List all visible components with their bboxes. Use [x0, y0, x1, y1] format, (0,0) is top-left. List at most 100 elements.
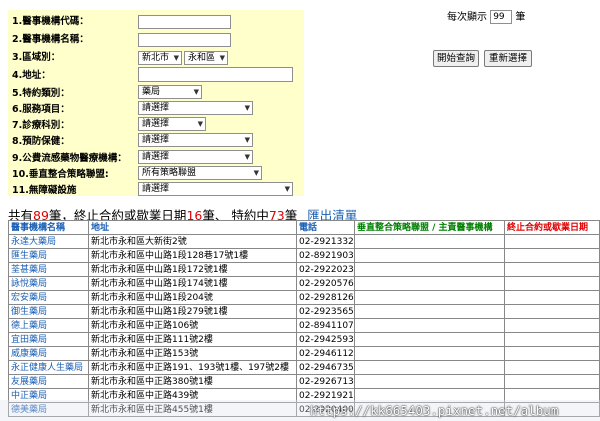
address-cell: 新北市永和區中正路380號1樓 — [88, 374, 297, 389]
label-category: 5.特約類別： — [12, 88, 70, 99]
chevron-down-icon: ▼ — [244, 153, 250, 161]
label-address: 4.地址： — [12, 70, 51, 81]
phone-cell: 02-29205760 — [296, 276, 355, 291]
service-select[interactable]: 請選擇 ▼ — [138, 101, 253, 115]
preventive-select-value: 請選擇 — [142, 135, 170, 145]
phone-cell: 02-29213326 — [296, 234, 355, 249]
phone-cell: 02-29281261 — [296, 290, 355, 305]
header-termination-date: 終止合約或歇業日期 — [504, 220, 600, 235]
table-row: 宜田藥局 新北市永和區中正路111號2樓 02-29425935 — [8, 332, 600, 347]
pharmacy-name-link[interactable]: 永正健康人生藥局 — [8, 360, 89, 375]
reset-button[interactable]: 重新選擇 — [484, 50, 532, 67]
address-cell: 新北市永和區中山路1段172號1樓 — [88, 262, 297, 277]
chevron-down-icon: ▼ — [173, 54, 179, 62]
alliance-cell — [354, 374, 505, 389]
search-form-panel: 1.醫事機構代碼： 2.醫事機構名稱： 3.區域別： 4.地址： 5.特約類別：… — [8, 10, 304, 196]
termination-date-cell — [504, 332, 600, 347]
city-select[interactable]: 新北市 ▼ — [138, 51, 182, 65]
phone-cell: 02-89411077 — [296, 318, 355, 333]
table-header-row: 醫事機構名稱 地址 電話 垂直整合策略聯盟 / 主責醫事機構 終止合約或歇業日期 — [8, 220, 600, 235]
watermark: https://kk665403.pixnet.net/album — [310, 403, 559, 418]
phone-cell: 02-89219038 — [296, 248, 355, 263]
chevron-down-icon: ▼ — [253, 169, 259, 177]
alliance-cell — [354, 262, 505, 277]
termination-date-cell — [504, 374, 600, 389]
chevron-down-icon: ▼ — [193, 88, 199, 96]
district-select[interactable]: 永和區 ▼ — [184, 51, 228, 65]
header-alliance: 垂直整合策略聯盟 / 主責醫事機構 — [354, 220, 505, 235]
pharmacy-name-link[interactable]: 荃甚藥局 — [8, 262, 89, 277]
service-select-value: 請選擇 — [142, 103, 170, 113]
flu-medication-select-value: 請選擇 — [142, 152, 170, 162]
termination-date-cell — [504, 262, 600, 277]
search-button[interactable]: 開始查詢 — [433, 50, 479, 67]
category-select[interactable]: 藥局 ▼ — [138, 85, 202, 99]
table-row: 友展藥局 新北市永和區中正路380號1樓 02-29267131 — [8, 374, 600, 389]
table-row: 荃甚藥局 新北市永和區中山路1段172號1樓 02-29220237 — [8, 262, 600, 277]
label-preventive: 8.預防保健： — [12, 136, 70, 147]
accessibility-select[interactable]: 請選擇 ▼ — [138, 182, 293, 196]
header-phone: 電話 — [296, 220, 355, 235]
alliance-cell — [354, 360, 505, 375]
header-name: 醫事機構名稱 — [8, 220, 89, 235]
city-select-value: 新北市 — [142, 53, 170, 63]
pharmacy-name-link[interactable]: 威康藥局 — [8, 346, 89, 361]
per-page-input[interactable]: 99 — [490, 10, 513, 24]
preventive-select[interactable]: 請選擇 ▼ — [138, 133, 253, 147]
per-page-suffix: 筆 — [515, 12, 526, 23]
table-row: 匯生藥局 新北市永和區中山路1段128巷17號1樓 02-89219038 — [8, 248, 600, 263]
specialty-select[interactable]: 請選擇 ▼ — [138, 117, 206, 131]
phone-cell: 02-29425935 — [296, 332, 355, 347]
pharmacy-name-link[interactable]: 匯生藥局 — [8, 248, 89, 263]
termination-date-cell — [504, 276, 600, 291]
termination-date-cell — [504, 318, 600, 333]
phone-cell: 02-29220237 — [296, 262, 355, 277]
address-cell: 新北市永和區中山路1段204號 — [88, 290, 297, 305]
label-region: 3.區域別： — [12, 52, 61, 63]
address-cell: 新北市永和區中正路111號2樓 — [88, 332, 297, 347]
alliance-cell — [354, 318, 505, 333]
address-cell: 新北市永和區中山路1段279號1樓 — [88, 304, 297, 319]
termination-date-cell — [504, 304, 600, 319]
flu-medication-select[interactable]: 請選擇 ▼ — [138, 150, 253, 164]
phone-cell: 02-29267131 — [296, 374, 355, 389]
label-institution-code: 1.醫事機構代碼： — [12, 16, 89, 27]
chevron-down-icon: ▼ — [197, 120, 203, 128]
termination-date-cell — [504, 346, 600, 361]
table-row: 宏安藥局 新北市永和區中山路1段204號 02-29281261 — [8, 290, 600, 305]
district-select-value: 永和區 — [188, 53, 216, 63]
pharmacy-name-link[interactable]: 德上藥局 — [8, 318, 89, 333]
label-accessibility: 11.無障礙設施 — [12, 185, 77, 196]
termination-date-cell — [504, 360, 600, 375]
label-service: 6.服務項目： — [12, 104, 70, 115]
address-cell: 新北市永和區中正路153號 — [88, 346, 297, 361]
alliance-cell — [354, 248, 505, 263]
table-row: 詠悅藥局 新北市永和區中山路1段174號1樓 02-29205760 — [8, 276, 600, 291]
table-row: 御生藥局 新北市永和區中山路1段279號1樓 02-29235658 — [8, 304, 600, 319]
pharmacy-name-link[interactable]: 御生藥局 — [8, 304, 89, 319]
alliance-select[interactable]: 所有策略聯盟 ▼ — [138, 166, 262, 180]
per-page-control: 每次顯示 99 筆 — [447, 10, 525, 25]
pharmacy-name-link[interactable]: 宏安藥局 — [8, 290, 89, 305]
chevron-down-icon: ▼ — [244, 104, 250, 112]
address-cell: 新北市永和區大新街2號 — [88, 234, 297, 249]
results-table: 醫事機構名稱 地址 電話 垂直整合策略聯盟 / 主責醫事機構 終止合約或歇業日期… — [8, 220, 600, 417]
address-input[interactable] — [138, 67, 293, 82]
termination-date-cell — [504, 290, 600, 305]
chevron-down-icon: ▼ — [284, 185, 290, 193]
pharmacy-name-link[interactable]: 永達大藥局 — [8, 234, 89, 249]
specialty-select-value: 請選擇 — [142, 119, 170, 129]
pharmacy-name-link[interactable]: 宜田藥局 — [8, 332, 89, 347]
address-cell: 新北市永和區中正路106號 — [88, 318, 297, 333]
institution-code-input[interactable] — [138, 15, 231, 29]
label-alliance: 10.垂直整合策略聯盟: — [12, 169, 109, 180]
pharmacy-name-link[interactable]: 友展藥局 — [8, 374, 89, 389]
institution-name-input[interactable] — [138, 33, 231, 47]
pharmacy-name-link[interactable]: 詠悅藥局 — [8, 276, 89, 291]
phone-cell: 02-29461128 — [296, 346, 355, 361]
alliance-select-value: 所有策略聯盟 — [142, 168, 197, 178]
alliance-cell — [354, 234, 505, 249]
label-specialty: 7.診療科別： — [12, 120, 70, 131]
alliance-cell — [354, 276, 505, 291]
per-page-prefix: 每次顯示 — [447, 12, 487, 23]
